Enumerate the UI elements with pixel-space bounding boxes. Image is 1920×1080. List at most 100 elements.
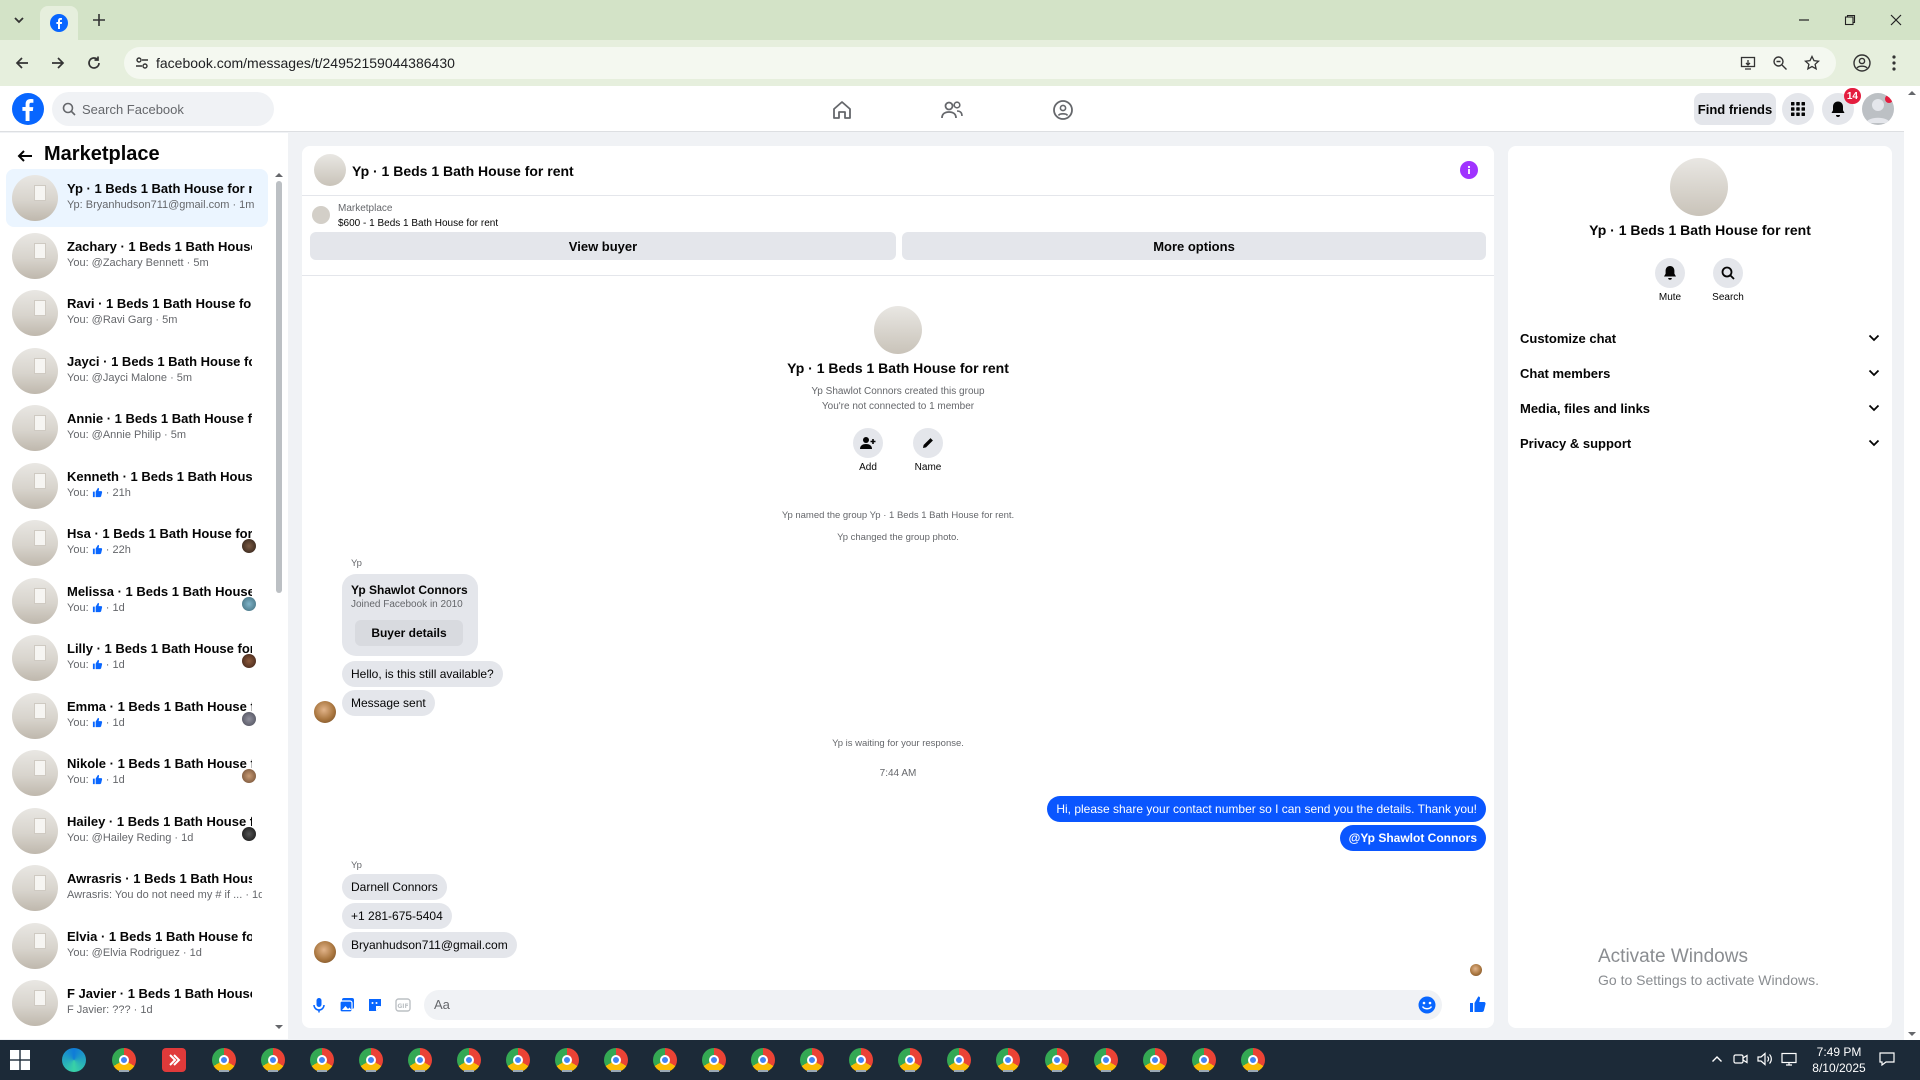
sidebar-scroll-thumb[interactable]	[276, 181, 282, 593]
chrome-profile-icon[interactable]	[751, 1048, 775, 1072]
conversation-item-zachary[interactable]: Zachary · 1 Beds 1 Bath House f... You: …	[6, 227, 268, 285]
meet-now-icon[interactable]	[1732, 1050, 1750, 1068]
sender-avatar[interactable]	[314, 941, 336, 963]
media-files-links-row[interactable]: Media, files and links	[1520, 392, 1880, 424]
chrome-profile-icon[interactable]	[996, 1048, 1020, 1072]
facebook-tab[interactable]	[40, 6, 78, 40]
customize-chat-row[interactable]: Customize chat	[1520, 322, 1880, 354]
install-app-icon[interactable]	[1738, 53, 1758, 73]
conversation-item-jayci[interactable]: Jayci · 1 Beds 1 Bath House for r... You…	[6, 342, 268, 400]
conversation-item-hailey[interactable]: Hailey · 1 Beds 1 Bath House f... You: @…	[6, 802, 268, 860]
gif-icon[interactable]: GIF	[394, 996, 412, 1014]
message-input-box[interactable]	[424, 990, 1442, 1020]
scroll-down-arrow-icon[interactable]	[274, 1023, 284, 1031]
chrome-profile-icon[interactable]	[1143, 1048, 1167, 1072]
anydesk-icon[interactable]	[162, 1048, 186, 1072]
chrome-profile-icon[interactable]	[359, 1048, 383, 1072]
reload-icon[interactable]	[82, 51, 106, 75]
chrome-profile-icon[interactable]	[408, 1048, 432, 1072]
listing-thumbnail[interactable]	[312, 206, 330, 224]
edge-icon[interactable]	[62, 1048, 86, 1072]
name-group-button[interactable]: Name	[898, 428, 958, 473]
chrome-icon[interactable]	[112, 1048, 136, 1072]
chat-avatar[interactable]	[314, 154, 346, 186]
privacy-support-row[interactable]: Privacy & support	[1520, 427, 1880, 459]
home-icon[interactable]	[827, 95, 857, 125]
volume-icon[interactable]	[1756, 1050, 1774, 1068]
network-icon[interactable]	[1780, 1050, 1798, 1068]
info-icon[interactable]	[1460, 161, 1478, 179]
site-info-tune-icon[interactable]	[134, 55, 150, 71]
taskbar-clock[interactable]: 7:49 PM 8/10/2025	[1806, 1044, 1872, 1076]
more-options-button[interactable]: More options	[902, 232, 1486, 260]
minimize-icon[interactable]	[1792, 8, 1816, 32]
facebook-logo-icon[interactable]	[12, 93, 44, 125]
friends-icon[interactable]	[937, 95, 967, 125]
chrome-profile-icon[interactable]	[800, 1048, 824, 1072]
tray-chevron-up-icon[interactable]	[1708, 1050, 1726, 1068]
address-bar[interactable]: facebook.com/messages/t/2495215904438643…	[124, 47, 1836, 79]
conversation-item-hsa[interactable]: Hsa · 1 Beds 1 Bath House for ... You: ·…	[6, 514, 268, 572]
conversation-item-emma[interactable]: Emma · 1 Beds 1 Bath House f... You: · 1…	[6, 687, 268, 745]
back-arrow-icon[interactable]	[10, 51, 34, 75]
chat-members-row[interactable]: Chat members	[1520, 357, 1880, 389]
conversation-item-f-javier[interactable]: F Javier · 1 Beds 1 Bath House fo... F J…	[6, 974, 268, 1032]
thumbs-up-send-icon[interactable]	[1468, 994, 1488, 1014]
search-in-conversation-button[interactable]: Search	[1698, 258, 1758, 303]
chrome-profile-icon[interactable]	[653, 1048, 677, 1072]
chrome-profile-icon[interactable]	[457, 1048, 481, 1072]
chrome-profile-icon[interactable]	[555, 1048, 579, 1072]
view-buyer-button[interactable]: View buyer	[310, 232, 896, 260]
email-bubble[interactable]: Bryanhudson711@gmail.com	[342, 932, 517, 958]
conversation-item-ravi[interactable]: Ravi · 1 Beds 1 Bath House for r... You:…	[6, 284, 268, 342]
message-input[interactable]	[434, 997, 1394, 1012]
add-member-button[interactable]: Add	[838, 428, 898, 473]
phone-number-bubble[interactable]: +1 281-675-5404	[342, 903, 452, 929]
chrome-profile-icon[interactable]	[261, 1048, 285, 1072]
chrome-profile-icon[interactable]	[604, 1048, 628, 1072]
scroll-down-arrow-icon[interactable]	[1904, 1029, 1920, 1039]
chrome-profile-icon[interactable]	[1094, 1048, 1118, 1072]
chrome-profile-icon[interactable]	[1850, 51, 1874, 75]
notification-center-icon[interactable]	[1878, 1050, 1896, 1068]
tab-search-chevron-icon[interactable]	[8, 9, 30, 31]
back-arrow-icon[interactable]	[14, 145, 36, 167]
chrome-menu-kebab-icon[interactable]	[1882, 51, 1906, 75]
chrome-profile-icon[interactable]	[947, 1048, 971, 1072]
chrome-profile-icon[interactable]	[1241, 1048, 1265, 1072]
url-text[interactable]: facebook.com/messages/t/2495215904438643…	[156, 55, 455, 71]
conversation-item-awrasris[interactable]: Awrasris · 1 Beds 1 Bath House f... Awra…	[6, 859, 268, 917]
search-input[interactable]	[82, 101, 262, 117]
menu-grid-icon[interactable]	[1782, 93, 1814, 125]
bookmark-star-icon[interactable]	[1802, 53, 1822, 73]
notifications-bell-icon[interactable]: 14	[1822, 88, 1861, 125]
chrome-profile-icon[interactable]	[702, 1048, 726, 1072]
sender-avatar[interactable]	[314, 701, 336, 723]
chrome-profile-icon[interactable]	[1192, 1048, 1216, 1072]
page-scrollbar[interactable]	[1904, 86, 1920, 1041]
listing-price[interactable]: $600 - 1 Beds 1 Bath House for rent	[338, 218, 498, 229]
conversation-item-kenneth[interactable]: Kenneth · 1 Beds 1 Bath House f... You: …	[6, 457, 268, 515]
scroll-up-arrow-icon[interactable]	[1904, 88, 1920, 98]
buyer-details-button[interactable]: Buyer details	[355, 620, 463, 646]
forward-arrow-icon[interactable]	[46, 51, 70, 75]
emoji-icon[interactable]	[1418, 996, 1436, 1014]
restore-icon[interactable]	[1838, 8, 1862, 32]
close-window-icon[interactable]	[1884, 8, 1908, 32]
chrome-profile-icon[interactable]	[1045, 1048, 1069, 1072]
find-friends-button[interactable]: Find friends	[1694, 93, 1776, 125]
zoom-icon[interactable]	[1770, 53, 1790, 73]
conversation-item-melissa[interactable]: Melissa · 1 Beds 1 Bath House... You: · …	[6, 572, 268, 630]
conversation-item-yp[interactable]: Yp · 1 Beds 1 Bath House for rent Yp: Br…	[6, 169, 268, 227]
chrome-profile-icon[interactable]	[310, 1048, 334, 1072]
new-tab-plus-icon[interactable]	[88, 9, 110, 31]
mention-bubble-outgoing[interactable]: @Yp Shawlot Connors	[1339, 825, 1486, 851]
sticker-icon[interactable]	[366, 996, 384, 1014]
conversation-item-elvia[interactable]: Elvia · 1 Beds 1 Bath House for r... You…	[6, 917, 268, 975]
microphone-icon[interactable]	[310, 996, 328, 1014]
profile-avatar[interactable]	[1862, 93, 1894, 125]
facebook-search-box[interactable]	[52, 92, 274, 126]
chat-title[interactable]: Yp · 1 Beds 1 Bath House for rent	[352, 163, 574, 179]
scroll-up-arrow-icon[interactable]	[274, 171, 284, 179]
mute-button[interactable]: Mute	[1640, 258, 1700, 303]
